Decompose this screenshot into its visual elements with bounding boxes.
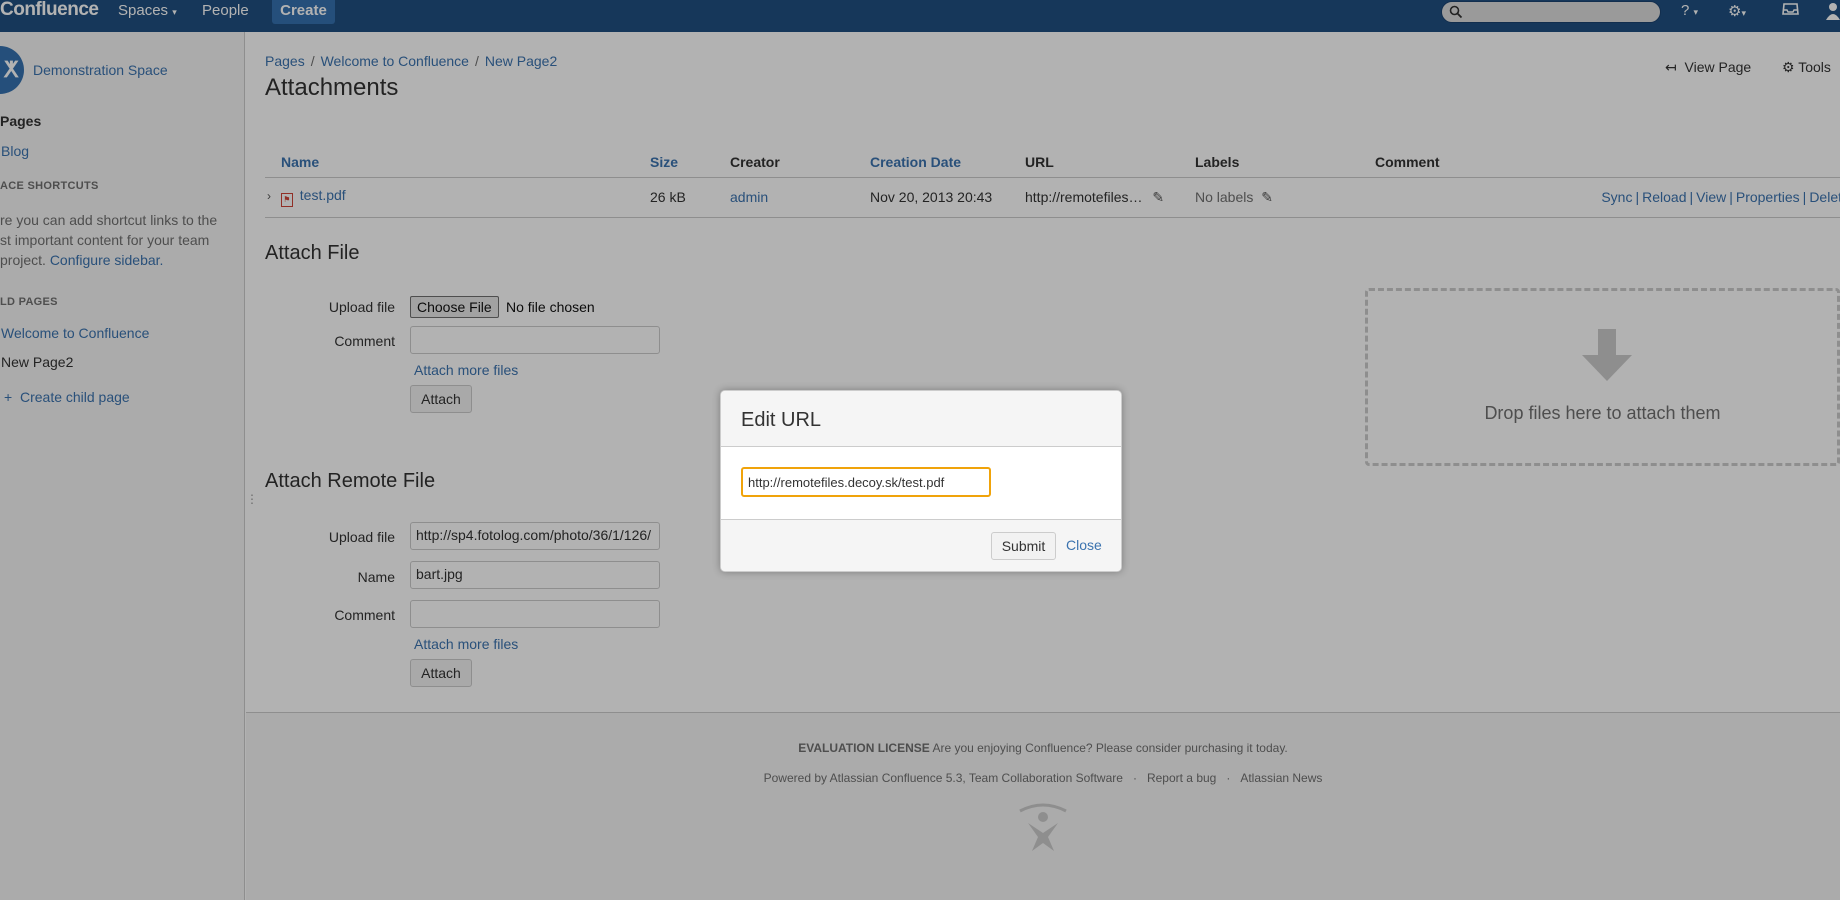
submit-button[interactable]: Submit bbox=[991, 532, 1056, 560]
dialog-header: Edit URL bbox=[721, 391, 1121, 447]
dialog-title: Edit URL bbox=[741, 409, 822, 431]
close-link[interactable]: Close bbox=[1066, 537, 1102, 553]
url-input[interactable] bbox=[741, 467, 991, 497]
dialog-footer: Submit Close bbox=[721, 519, 1121, 571]
edit-url-dialog: Edit URL Submit Close bbox=[720, 390, 1122, 572]
